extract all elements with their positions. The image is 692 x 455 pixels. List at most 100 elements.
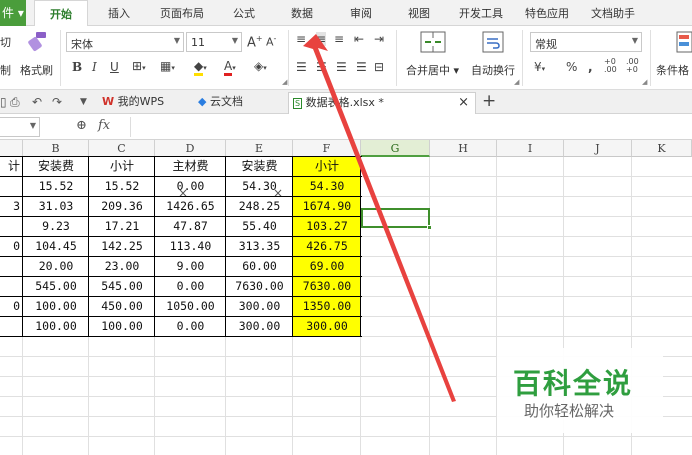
zoom-icon[interactable]: ⊕ (76, 118, 87, 133)
table-cell[interactable]: 300.00 (293, 317, 361, 336)
column-header[interactable]: I (497, 140, 564, 157)
table-cell[interactable]: 0 (0, 237, 22, 256)
table-cell[interactable]: 0.00 (155, 317, 226, 336)
table-cell[interactable]: 545.00 (23, 277, 89, 296)
comma-style-button[interactable]: , (588, 60, 593, 74)
font-dialog-launcher-icon[interactable]: ◢ (282, 78, 287, 86)
tab-insert[interactable]: 插入 (108, 0, 130, 26)
table-cell[interactable]: 7630.00 (293, 277, 361, 296)
tab-data[interactable]: 数据 (291, 0, 313, 26)
table-cell[interactable]: 55.40 (226, 217, 293, 236)
table-cell[interactable]: 60.00 (226, 257, 293, 276)
column-header[interactable]: B (23, 140, 89, 157)
font-name-select[interactable]: 宋体 ▼ (66, 32, 184, 52)
table-cell[interactable] (0, 277, 22, 296)
currency-format-icon[interactable]: ¥▾ (534, 60, 545, 74)
align-middle-icon[interactable]: ≡ (316, 32, 327, 46)
table-cell[interactable]: 248.25 (226, 197, 293, 216)
table-cell[interactable]: 47.87 (155, 217, 226, 236)
table-cell[interactable]: 9.00 (155, 257, 226, 276)
column-header-a[interactable] (0, 140, 23, 157)
table-cell[interactable]: 209.36 (89, 197, 155, 216)
app-menu-button[interactable]: 件 ▾ (0, 0, 26, 26)
align-top-icon[interactable]: ≡ (296, 32, 306, 46)
table-cell[interactable]: 54.30 (293, 177, 361, 196)
border-icon[interactable]: ⊞▾ (132, 59, 146, 73)
formula-input[interactable] (130, 117, 692, 137)
table-cell[interactable]: 31.03 (23, 197, 89, 216)
column-header[interactable]: K (632, 140, 692, 157)
column-header[interactable]: F (293, 140, 361, 157)
align-left-icon[interactable]: ☰ (296, 60, 307, 74)
copy-button[interactable]: 制 (0, 62, 11, 78)
tab-active-workbook[interactable]: S 数据表格.xlsx * × (288, 92, 476, 114)
tab-home[interactable]: 开始 (34, 0, 88, 27)
tab-my-wps[interactable]: W 我的WPS (102, 92, 164, 114)
active-cell-g4[interactable] (361, 208, 430, 228)
table-cell[interactable]: 54.30 (226, 177, 293, 196)
table-cell[interactable]: 300.00 (226, 297, 293, 316)
table-cell[interactable]: 计 (0, 157, 22, 176)
increase-indent-icon[interactable]: ⇥ (374, 32, 384, 46)
decrease-indent-icon[interactable]: ⇤ (354, 32, 364, 46)
table-cell[interactable]: 0.00 (155, 177, 226, 196)
column-header-selected[interactable]: G (361, 140, 430, 157)
undo-icon[interactable]: ↶ (32, 95, 42, 109)
table-cell[interactable] (0, 317, 22, 336)
font-color-icon[interactable]: A▾ (224, 59, 236, 76)
fill-handle[interactable] (427, 225, 432, 230)
table-cell[interactable]: 0.00 (155, 277, 226, 296)
table-cell[interactable]: 113.40 (155, 237, 226, 256)
number-format-select[interactable]: 常规 ▼ (530, 32, 642, 52)
quick-access-chevron-icon[interactable]: ▼ (80, 97, 87, 107)
table-cell[interactable] (0, 177, 22, 196)
table-header-cell[interactable]: 安装费 (23, 157, 89, 176)
align-right-icon[interactable]: ☰ (336, 60, 347, 74)
table-cell[interactable]: 17.21 (89, 217, 155, 236)
decrease-decimal-icon[interactable]: .00 +0 (626, 58, 639, 74)
justify-icon[interactable]: ☰ (356, 60, 367, 74)
table-header-cell[interactable]: 安装费 (226, 157, 293, 176)
table-cell[interactable]: 15.52 (23, 177, 89, 196)
table-cell[interactable]: 104.45 (23, 237, 89, 256)
align-center-icon[interactable]: ☰ (316, 60, 327, 74)
table-cell[interactable]: 426.75 (293, 237, 361, 256)
conditional-format-button[interactable]: 条件格 (656, 62, 689, 78)
distributed-align-icon[interactable]: ⊟ (374, 60, 384, 74)
alignment-dialog-launcher-icon[interactable]: ◢ (514, 78, 519, 86)
table-cell[interactable] (0, 257, 22, 276)
table-cell[interactable]: 450.00 (89, 297, 155, 316)
table-cell[interactable]: 103.27 (293, 217, 361, 236)
column-header[interactable]: E (226, 140, 293, 157)
tab-page-layout[interactable]: 页面布局 (160, 0, 204, 26)
table-cell[interactable]: 0 (0, 297, 22, 316)
table-cell[interactable]: 23.00 (89, 257, 155, 276)
underline-button[interactable]: U (110, 60, 119, 74)
close-tab-icon[interactable]: × (458, 93, 469, 113)
table-header-cell[interactable]: 主材费 (155, 157, 226, 176)
table-cell[interactable]: 1426.65 (155, 197, 226, 216)
align-bottom-icon[interactable]: ≡ (334, 32, 344, 46)
name-box[interactable]: ▼ (0, 117, 40, 137)
print-preview-icon[interactable]: ⎙ (10, 95, 20, 110)
tab-doc-assistant[interactable]: 文档助手 (591, 0, 635, 26)
percent-button[interactable]: % (566, 60, 577, 74)
fill-pattern-icon[interactable]: ▦▾ (160, 59, 175, 73)
tab-special-apps[interactable]: 特色应用 (525, 0, 569, 26)
font-size-select[interactable]: 11 ▼ (186, 32, 242, 52)
fill-color-icon[interactable]: ◆▾ (194, 59, 207, 76)
column-header[interactable]: C (89, 140, 155, 157)
tab-developer[interactable]: 开发工具 (459, 0, 503, 26)
table-cell[interactable]: 15.52 (89, 177, 155, 196)
table-cell[interactable]: 20.00 (23, 257, 89, 276)
table-cell[interactable]: 545.00 (89, 277, 155, 296)
table-cell[interactable]: 69.00 (293, 257, 361, 276)
format-painter-button[interactable]: 格式刷 (20, 62, 53, 78)
table-cell[interactable]: 7630.00 (226, 277, 293, 296)
merge-center-button[interactable]: 合并居中 ▾ (406, 62, 459, 78)
column-header[interactable]: J (564, 140, 632, 157)
insert-function-button[interactable]: fx (98, 118, 110, 133)
table-cell[interactable]: 9.23 (23, 217, 89, 236)
table-cell[interactable]: 313.35 (226, 237, 293, 256)
column-header[interactable]: D (155, 140, 226, 157)
